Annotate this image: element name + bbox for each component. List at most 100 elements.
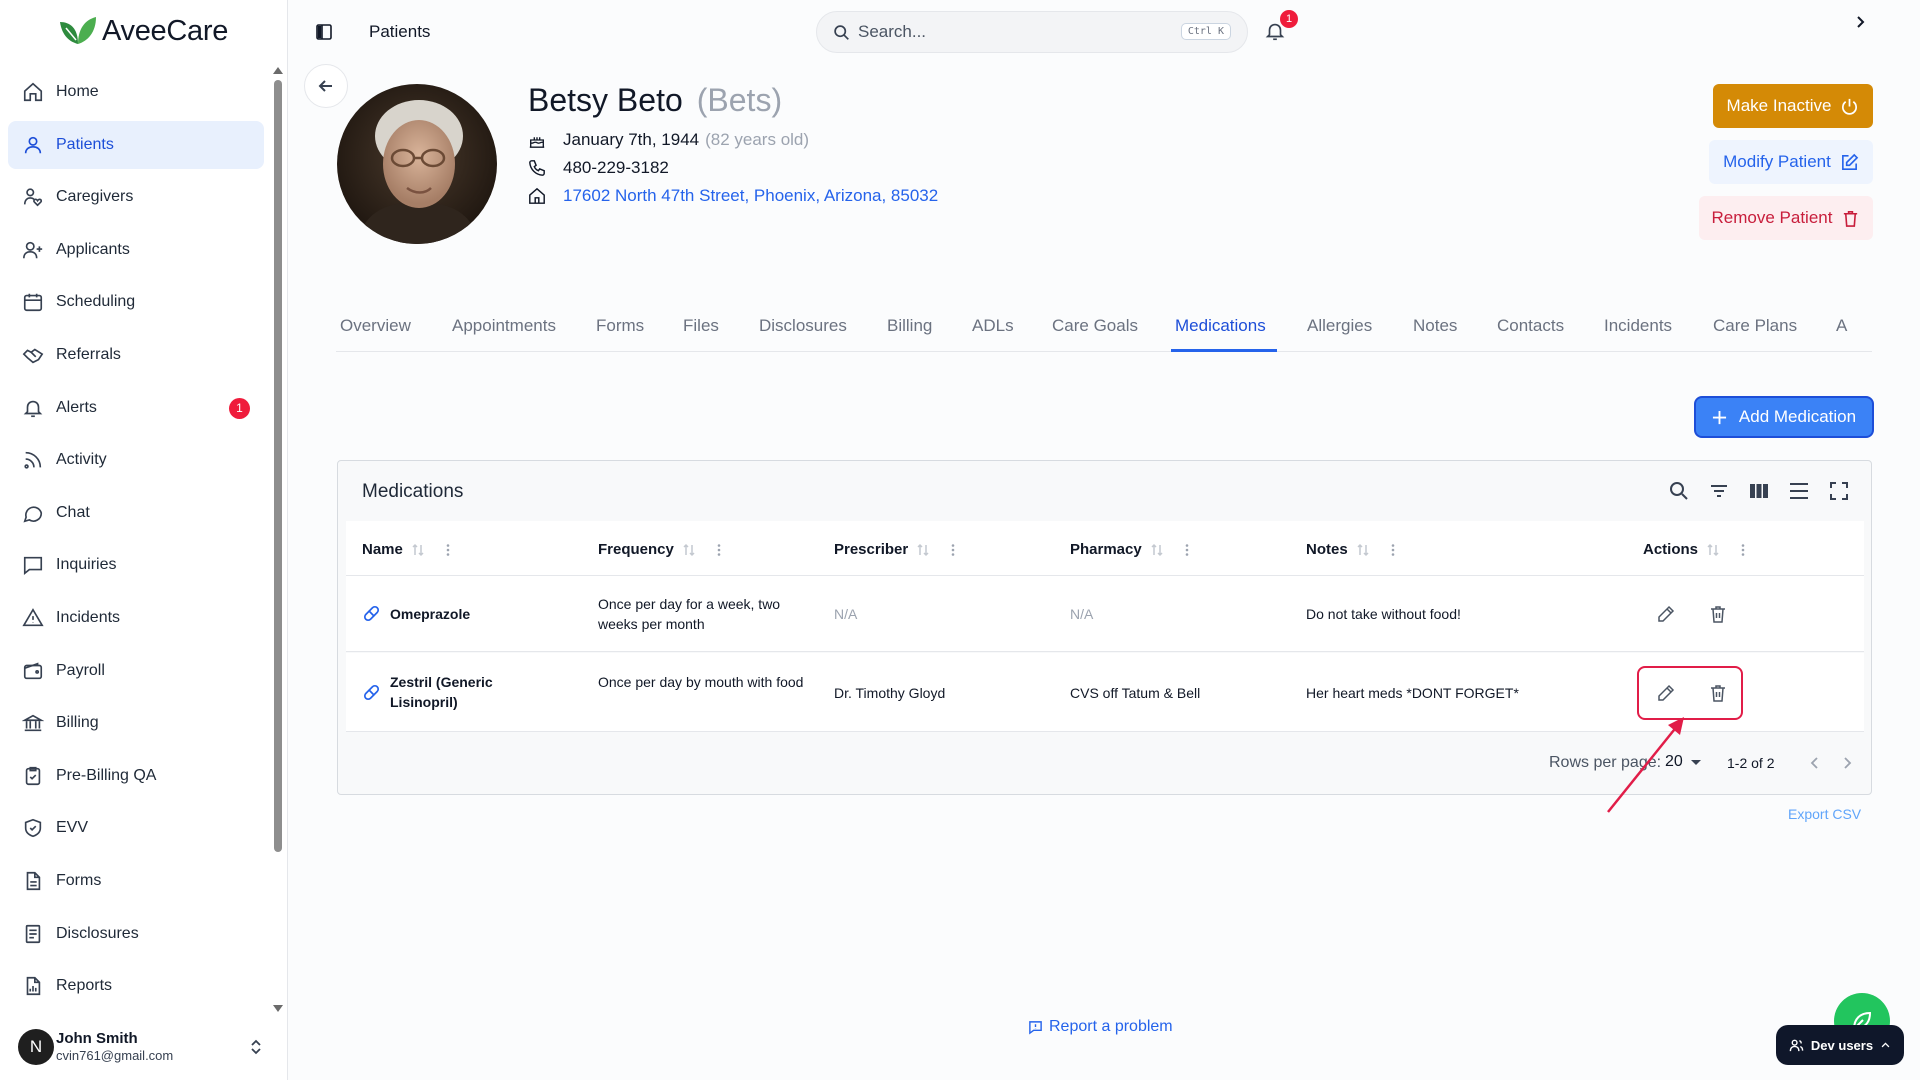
- report-problem-link[interactable]: Report a problem: [1028, 1018, 1173, 1036]
- column-header-pharmacy[interactable]: Pharmacy: [1070, 541, 1194, 558]
- phone-icon: [529, 160, 545, 176]
- column-header-frequency[interactable]: Frequency: [598, 541, 726, 558]
- user-menu[interactable]: N John Smith cvin761@gmail.com: [18, 1024, 276, 1070]
- export-csv-link[interactable]: Export CSV: [1788, 806, 1861, 822]
- remove-patient-button[interactable]: Remove Patient: [1699, 196, 1873, 240]
- next-page-icon[interactable]: [1839, 755, 1855, 771]
- dev-users-button[interactable]: Dev users: [1776, 1025, 1904, 1065]
- tab-overflow[interactable]: A: [1836, 316, 1847, 336]
- home-icon: [23, 82, 43, 102]
- sort-icon[interactable]: [1150, 543, 1164, 557]
- sidebar-item-incidents[interactable]: Incidents: [8, 594, 264, 642]
- tab-contacts[interactable]: Contacts: [1497, 316, 1564, 336]
- sidebar-scrollbar[interactable]: [272, 64, 284, 1014]
- tab-files[interactable]: Files: [683, 316, 719, 336]
- density-icon[interactable]: [1787, 479, 1811, 503]
- global-search[interactable]: Ctrl K: [816, 11, 1248, 53]
- column-menu-icon[interactable]: [712, 543, 726, 557]
- sidebar-item-reports[interactable]: Reports: [8, 962, 264, 1010]
- delete-trash-icon[interactable]: [1708, 604, 1728, 624]
- sidebar-item-home[interactable]: Home: [8, 68, 264, 116]
- sidebar-item-chat[interactable]: Chat: [8, 489, 264, 537]
- column-menu-icon[interactable]: [1386, 543, 1400, 557]
- column-header-notes[interactable]: Notes: [1306, 541, 1400, 558]
- search-icon[interactable]: [1667, 479, 1691, 503]
- sidebar-item-patients[interactable]: Patients: [8, 120, 264, 169]
- back-button[interactable]: [304, 64, 348, 108]
- column-menu-icon[interactable]: [1180, 543, 1194, 557]
- column-menu-icon[interactable]: [1736, 543, 1750, 557]
- user-icon: [24, 136, 42, 153]
- table-row[interactable]: Omeprazole Once per day for a week, two …: [346, 576, 1864, 652]
- search-input[interactable]: [858, 22, 1158, 42]
- sort-icon[interactable]: [1356, 543, 1370, 557]
- tab-forms[interactable]: Forms: [596, 316, 644, 336]
- sidebar-item-evv[interactable]: EVV: [8, 804, 264, 852]
- modify-patient-button[interactable]: Modify Patient: [1709, 140, 1873, 184]
- tab-medications[interactable]: Medications: [1175, 316, 1266, 336]
- sort-icon[interactable]: [411, 543, 425, 557]
- tabs-scroll-right-icon[interactable]: [1852, 14, 1868, 30]
- medication-notes: Her heart meds *DONT FORGET*: [1306, 685, 1519, 701]
- scroll-up-arrow[interactable]: [273, 67, 283, 74]
- sidebar-item-inquiries[interactable]: Inquiries: [8, 541, 264, 589]
- sidebar-item-label: Home: [56, 83, 99, 100]
- sidebar-item-forms[interactable]: Forms: [8, 857, 264, 905]
- fullscreen-icon[interactable]: [1827, 479, 1851, 503]
- sidebar-item-label: Scheduling: [56, 293, 136, 311]
- sidebar-item-label: Reports: [56, 977, 113, 995]
- sort-icon[interactable]: [682, 543, 696, 557]
- tab-allergies[interactable]: Allergies: [1307, 316, 1372, 336]
- pill-icon: [363, 684, 380, 701]
- sidebar-item-activity[interactable]: Activity: [8, 436, 264, 484]
- make-inactive-button[interactable]: Make Inactive: [1713, 84, 1873, 128]
- search-shortcut-hint: Ctrl K: [1180, 23, 1231, 40]
- sidebar-item-payroll[interactable]: Payroll: [8, 647, 264, 695]
- patient-age: (82 years old): [705, 130, 810, 149]
- sidebar-item-label: Forms: [56, 871, 102, 889]
- scrollbar-thumb[interactable]: [274, 80, 282, 852]
- column-header-name[interactable]: Name: [362, 541, 455, 558]
- column-menu-icon[interactable]: [946, 543, 960, 557]
- message-square-icon: [23, 557, 43, 576]
- sidebar-item-applicants[interactable]: Applicants: [8, 226, 264, 274]
- sidebar-item-caregivers[interactable]: Caregivers: [8, 173, 264, 221]
- sidebar-item-billing[interactable]: Billing: [8, 699, 264, 747]
- sidebar-item-scheduling[interactable]: Scheduling: [8, 278, 264, 326]
- tab-adls[interactable]: ADLs: [972, 316, 1014, 336]
- patient-portrait-image: [337, 84, 497, 244]
- tab-overview[interactable]: Overview: [340, 316, 411, 336]
- tab-incidents[interactable]: Incidents: [1604, 316, 1672, 336]
- edit-pencil-icon[interactable]: [1656, 604, 1676, 624]
- tab-care-plans[interactable]: Care Plans: [1713, 316, 1797, 336]
- sidebar-item-pre-billing-qa[interactable]: Pre-Billing QA: [8, 752, 264, 800]
- tab-notes[interactable]: Notes: [1413, 316, 1457, 336]
- patient-address-link[interactable]: 17602 North 47th Street, Phoenix, Arizon…: [563, 186, 938, 206]
- medication-frequency: Once per day for a week, two weeks per m…: [598, 596, 781, 632]
- sidebar-item-disclosures[interactable]: Disclosures: [8, 910, 264, 958]
- column-header-actions[interactable]: Actions: [1643, 541, 1750, 558]
- brand-logo[interactable]: AveeCare: [56, 14, 228, 48]
- column-header-prescriber[interactable]: Prescriber: [834, 541, 960, 558]
- avatar: N: [18, 1029, 54, 1065]
- sort-icon[interactable]: [1706, 543, 1720, 557]
- column-label: Actions: [1643, 541, 1699, 558]
- table-title: Medications: [362, 481, 464, 502]
- add-medication-button[interactable]: Add Medication: [1696, 398, 1872, 436]
- sort-icon[interactable]: [916, 543, 930, 557]
- tab-disclosures[interactable]: Disclosures: [759, 316, 847, 336]
- sidebar-item-alerts[interactable]: Alerts 1: [8, 384, 264, 432]
- scroll-down-arrow[interactable]: [273, 1005, 283, 1012]
- tab-billing[interactable]: Billing: [887, 316, 932, 336]
- sidebar-item-label: Billing: [56, 714, 99, 732]
- column-menu-icon[interactable]: [441, 543, 455, 557]
- tab-care-goals[interactable]: Care Goals: [1052, 316, 1138, 336]
- columns-icon[interactable]: [1747, 479, 1771, 503]
- sidebar-item-referrals[interactable]: Referrals: [8, 331, 264, 379]
- filter-icon[interactable]: [1707, 479, 1731, 503]
- tab-appointments[interactable]: Appointments: [452, 316, 556, 336]
- chevrons-up-down-icon: [251, 1039, 261, 1055]
- previous-page-icon[interactable]: [1807, 755, 1823, 771]
- sidebar-toggle-icon[interactable]: [314, 22, 334, 42]
- table-toolbar: [1667, 479, 1851, 503]
